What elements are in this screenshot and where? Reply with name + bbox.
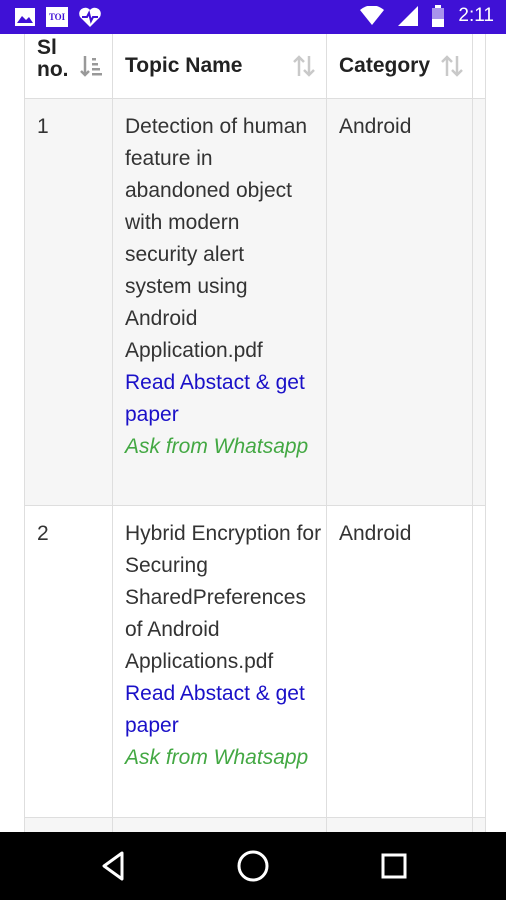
row-slno-empty: [25, 818, 113, 832]
back-icon[interactable]: [98, 849, 130, 883]
toi-icon: TOI: [46, 7, 68, 27]
row-topic-empty: [113, 818, 327, 832]
header-topic-label: Topic Name: [125, 54, 243, 77]
header-category[interactable]: Category: [327, 34, 473, 98]
table-header: Sl no. Topic Name Category: [25, 34, 485, 99]
row-slno: 2: [25, 506, 113, 817]
row-topic-cell: Detection of human feature in abandoned …: [113, 99, 327, 505]
signal-icon: [398, 6, 419, 26]
row-category: Android: [327, 506, 473, 817]
header-slno-line2: no.: [37, 58, 69, 81]
system-icons: 2:11: [360, 5, 494, 27]
sort-icon[interactable]: [440, 54, 464, 78]
clock: 2:11: [458, 5, 494, 26]
whatsapp-link[interactable]: Ask from Whatsapp: [125, 742, 322, 774]
read-abstract-link[interactable]: Read Abstact & get paper: [125, 678, 322, 742]
header-extra: [473, 34, 485, 98]
row-slno: 1: [25, 99, 113, 505]
row-extra: [473, 506, 485, 817]
header-slno[interactable]: Sl no.: [25, 34, 113, 98]
topics-table: Sl no. Topic Name Category 1 Detection o…: [24, 34, 486, 832]
content-area[interactable]: Sl no. Topic Name Category 1 Detection o…: [0, 34, 506, 832]
row-category: Android: [327, 99, 473, 505]
topic-name: Hybrid Encryption for Securing SharedPre…: [125, 522, 322, 673]
read-abstract-link[interactable]: Read Abstact & get paper: [125, 367, 314, 431]
row-extra: [473, 99, 485, 505]
navigation-bar: [0, 832, 506, 900]
image-icon: [15, 8, 35, 26]
sort-icon[interactable]: [292, 54, 316, 78]
battery-icon: [432, 5, 445, 27]
table-row: 2 Hybrid Encryption for Securing SharedP…: [25, 506, 485, 818]
table-row-partial: [25, 818, 485, 832]
table-row: 1 Detection of human feature in abandone…: [25, 99, 485, 506]
wifi-icon: [360, 6, 385, 25]
whatsapp-link[interactable]: Ask from Whatsapp: [125, 431, 314, 463]
home-icon[interactable]: [236, 849, 270, 883]
header-topic[interactable]: Topic Name: [113, 34, 327, 98]
row-extra-empty: [473, 818, 485, 832]
status-bar: TOI 2:11: [0, 0, 506, 34]
header-slno-line1: Sl: [37, 36, 57, 59]
heart-pulse-icon: [79, 7, 101, 27]
row-topic-cell: Hybrid Encryption for Securing SharedPre…: [113, 506, 327, 817]
row-category-empty: [327, 818, 473, 832]
topic-name: Detection of human feature in abandoned …: [125, 115, 308, 362]
notification-icons: TOI: [14, 6, 102, 28]
sort-ascending-icon[interactable]: [80, 54, 104, 78]
header-category-label: Category: [339, 54, 431, 77]
recents-icon[interactable]: [379, 849, 409, 883]
